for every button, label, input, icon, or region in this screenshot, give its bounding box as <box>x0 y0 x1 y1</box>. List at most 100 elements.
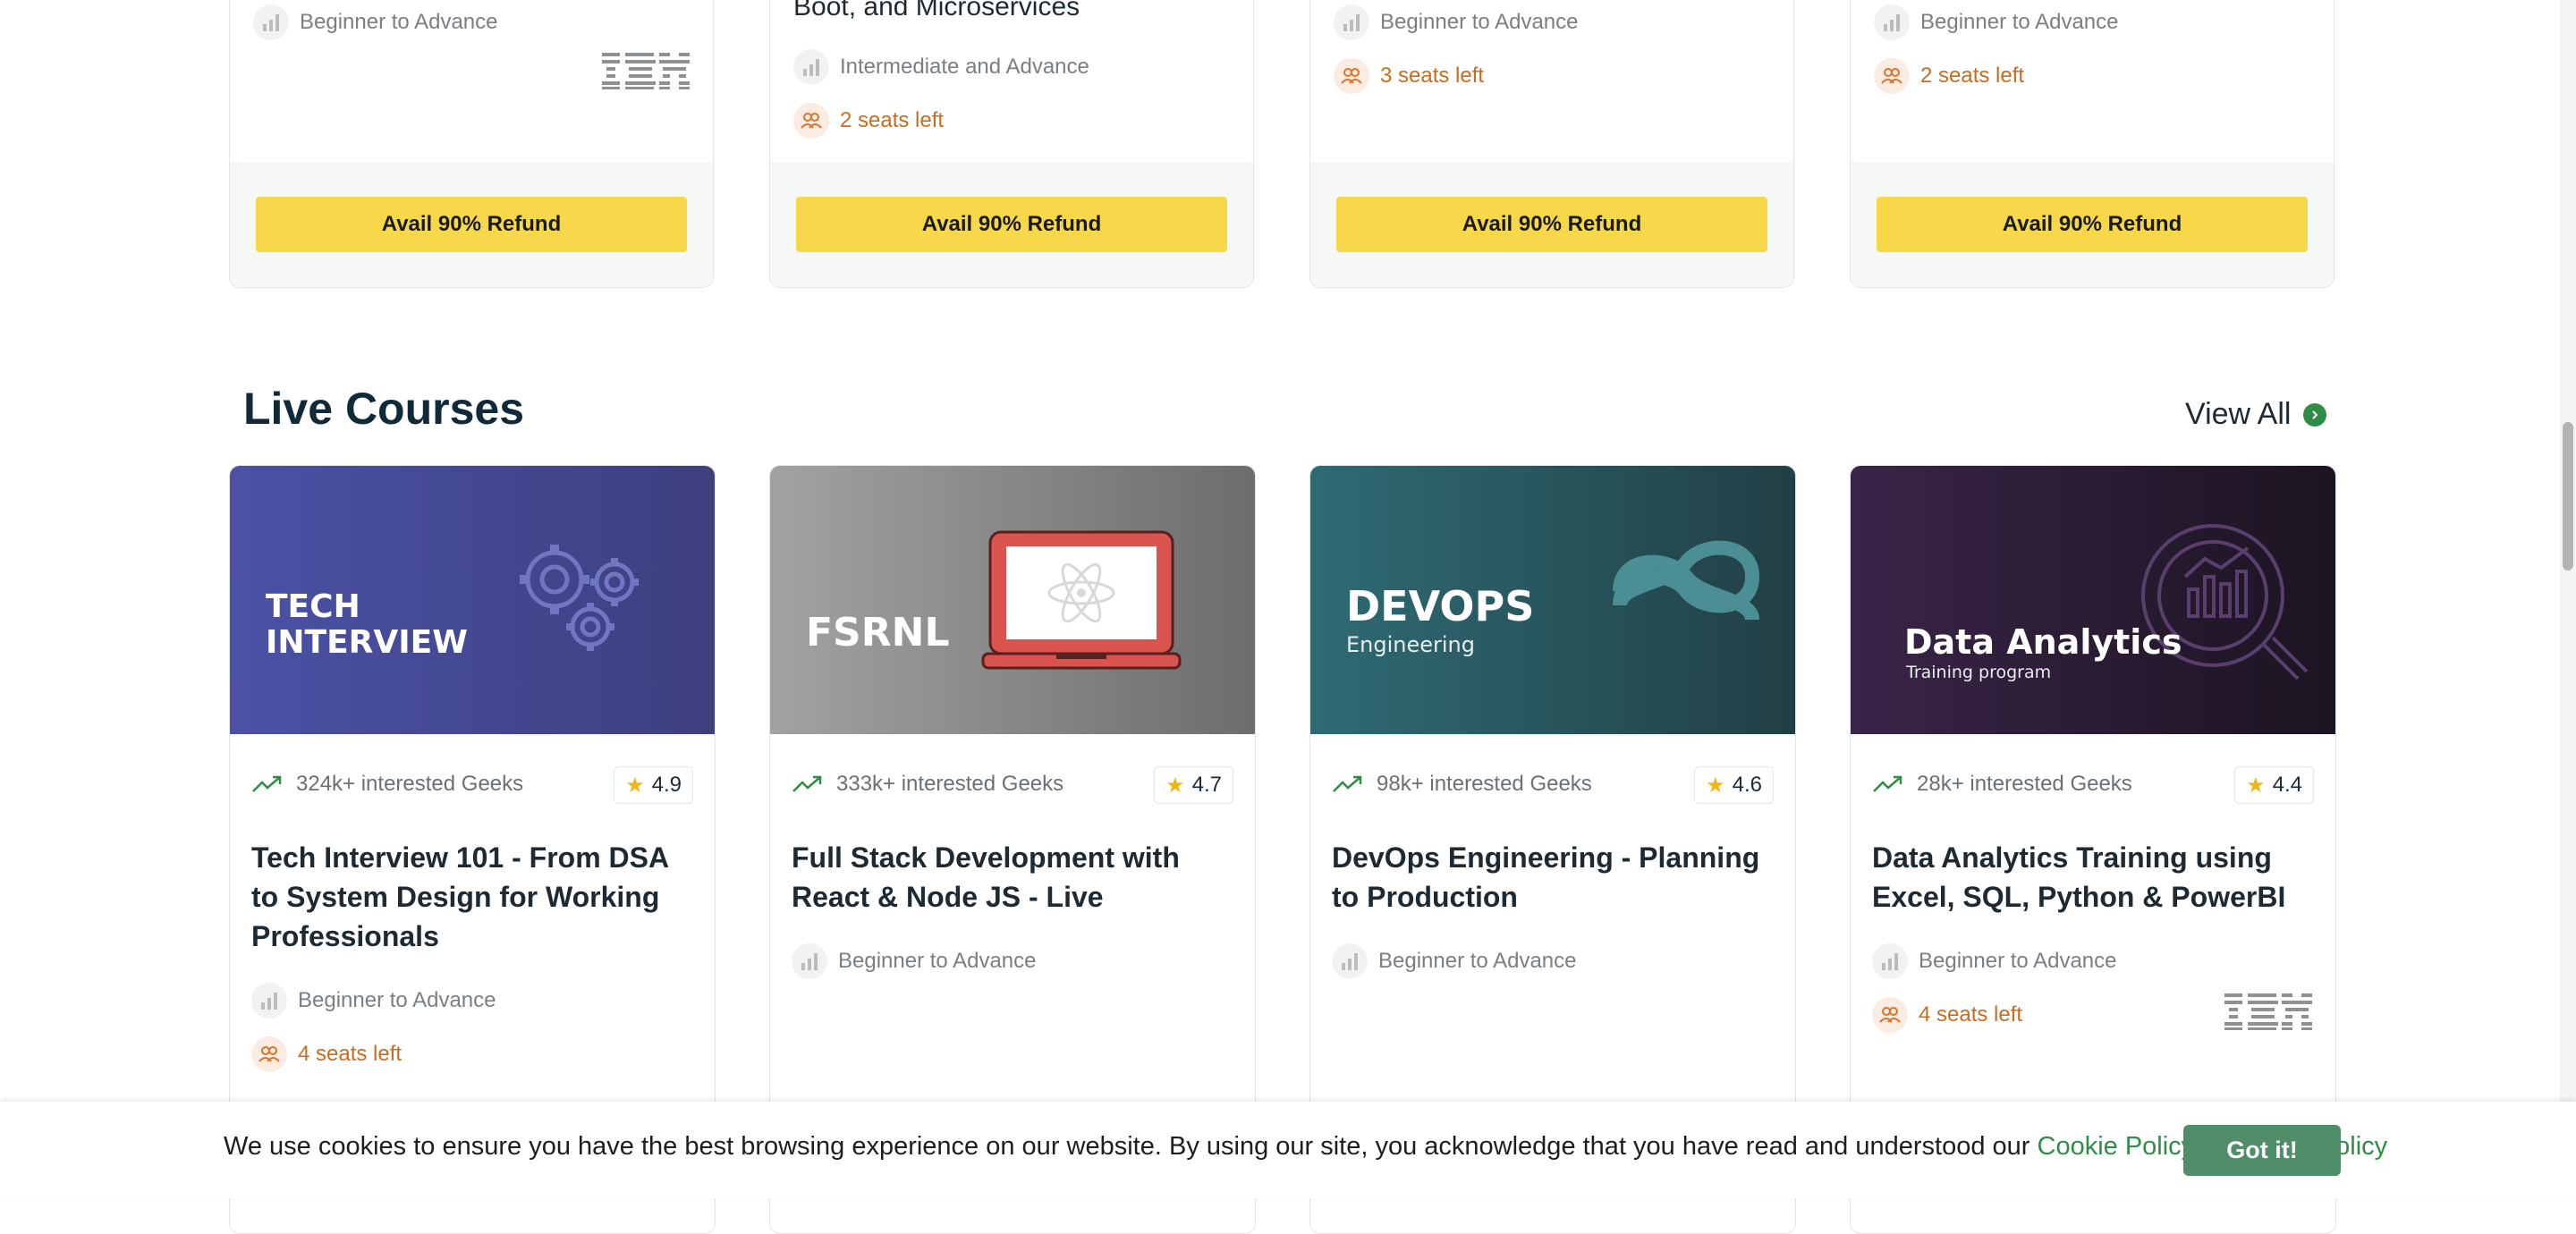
avail-refund-button[interactable]: Avail 90% Refund <box>1336 197 1767 252</box>
card-footer: Avail 90% Refund <box>230 162 713 287</box>
avail-refund-button[interactable]: Avail 90% Refund <box>256 197 687 252</box>
banner-title: DEVOPS <box>1346 582 1535 630</box>
level-text: Beginner to Advance <box>298 988 496 1012</box>
course-banner: DEVOPS Engineering <box>1310 466 1795 734</box>
course-title[interactable]: DevOps Engineering - Planning to Product… <box>1332 838 1774 917</box>
level-row: Intermediate and Advance <box>793 49 1089 85</box>
bar-chart-icon <box>1872 943 1908 979</box>
level-row: Beginner to Advance <box>1874 4 2119 40</box>
trending-up-icon <box>1873 775 1902 792</box>
cookie-policy-link[interactable]: Cookie Policy <box>2038 1132 2195 1161</box>
interested-row: 324k+ interested Geeks <box>251 772 523 797</box>
got-it-button[interactable]: Got it! <box>2183 1125 2341 1176</box>
rating-badge: ★ 4.4 <box>2234 766 2314 804</box>
banner-subtitle: Training program <box>1906 663 2052 682</box>
avail-refund-button[interactable]: Avail 90% Refund <box>796 197 1227 252</box>
trending-up-icon <box>792 775 822 792</box>
rating-value: 4.9 <box>651 773 682 797</box>
level-row: Beginner to Advance <box>792 943 1037 979</box>
course-banner: Data Analytics Training program <box>1851 466 2335 734</box>
level-text: Intermediate and Advance <box>840 55 1089 79</box>
banner-title-line2: INTERVIEW <box>266 624 468 661</box>
rating-value: 4.4 <box>2272 773 2302 797</box>
course-title[interactable]: Data Analytics Training using Excel, SQL… <box>1872 838 2314 917</box>
level-row: Beginner to Advance <box>253 4 498 40</box>
seats-text: 2 seats left <box>840 108 945 132</box>
level-row: Beginner to Advance <box>251 983 496 1018</box>
cookie-text: We use cookies to ensure you have the be… <box>224 1132 2030 1161</box>
level-row: Beginner to Advance <box>1332 943 1577 979</box>
seats-text: 4 seats left <box>1919 1002 2023 1027</box>
interested-count: 324k+ interested Geeks <box>296 772 524 796</box>
interested-row: 333k+ interested Geeks <box>792 772 1063 797</box>
seats-row: 2 seats left <box>793 103 944 139</box>
previous-course-row: Beginner to Advance Avail 90% Refund Boo… <box>0 0 2576 295</box>
banner-title: FSRNL <box>806 610 950 655</box>
rating-badge: ★ 4.9 <box>614 766 693 804</box>
trending-up-icon <box>252 775 282 792</box>
page-scrollbar[interactable] <box>2560 0 2576 1198</box>
seats-row: 4 seats left <box>251 1036 402 1072</box>
bar-chart-icon <box>1334 4 1369 40</box>
cookie-consent-bar: We use cookies to ensure you have the be… <box>0 1102 2576 1198</box>
view-all-link[interactable]: View All <box>2185 397 2327 432</box>
people-icon <box>1334 58 1369 94</box>
course-card[interactable]: Beginner to Advance 2 seats left Avail 9… <box>1850 0 2334 288</box>
course-card[interactable]: Boot, and Microservices Intermediate and… <box>769 0 1254 288</box>
level-text: Beginner to Advance <box>1380 10 1579 34</box>
level-text: Beginner to Advance <box>838 949 1037 973</box>
people-icon <box>793 103 829 139</box>
card-footer: Avail 90% Refund <box>770 162 1253 287</box>
course-banner: TECH INTERVIEW <box>230 466 715 734</box>
interested-row: 28k+ interested Geeks <box>1872 772 2132 797</box>
banner-title: TECH <box>266 588 360 625</box>
level-text: Beginner to Advance <box>1920 10 2119 34</box>
view-all-label: View All <box>2185 397 2292 431</box>
chevron-right-icon <box>2303 402 2327 427</box>
seats-text: 3 seats left <box>1380 63 1485 88</box>
level-row: Beginner to Advance <box>1872 943 2117 979</box>
bar-chart-icon <box>1332 943 1368 979</box>
course-banner: FSRNL <box>770 466 1255 734</box>
avail-refund-button[interactable]: Avail 90% Refund <box>1877 197 2308 252</box>
bar-chart-icon <box>793 49 829 85</box>
course-title[interactable]: Tech Interview 101 - From DSA to System … <box>251 838 693 956</box>
analytics-magnifier-icon <box>2141 524 2309 680</box>
trending-up-icon <box>1333 775 1362 792</box>
star-icon: ★ <box>1165 773 1185 798</box>
course-card[interactable]: Beginner to Advance Avail 90% Refund <box>229 0 714 288</box>
cookie-message: We use cookies to ensure you have the be… <box>224 1132 2387 1162</box>
star-icon: ★ <box>1706 773 1725 798</box>
rating-badge: ★ 4.6 <box>1694 766 1774 804</box>
rating-value: 4.6 <box>1732 773 1762 797</box>
card-footer: Avail 90% Refund <box>1310 162 1793 287</box>
laptop-icon <box>981 530 1182 670</box>
seats-text: 4 seats left <box>298 1042 402 1066</box>
seats-row: 3 seats left <box>1334 58 1484 94</box>
course-title[interactable]: Full Stack Development with React & Node… <box>792 838 1233 917</box>
seats-row: 4 seats left <box>1872 997 2022 1033</box>
course-title[interactable]: Boot, and Microservices <box>793 0 1080 22</box>
level-row: Beginner to Advance <box>1334 4 1579 40</box>
interested-count: 28k+ interested Geeks <box>1917 772 2132 796</box>
level-text: Beginner to Advance <box>1919 949 2117 973</box>
card-footer: Avail 90% Refund <box>1851 162 2334 287</box>
rating-badge: ★ 4.7 <box>1154 766 1233 804</box>
rating-value: 4.7 <box>1191 773 1222 797</box>
people-icon <box>1874 58 1910 94</box>
people-icon <box>251 1036 287 1072</box>
bar-chart-icon <box>253 4 289 40</box>
seats-text: 2 seats left <box>1920 63 2025 88</box>
course-card[interactable]: Beginner to Advance 3 seats left Avail 9… <box>1309 0 1794 288</box>
ibm-logo <box>602 51 691 95</box>
level-text: Beginner to Advance <box>300 10 498 34</box>
banner-title: Data Analytics <box>1904 622 2182 662</box>
interested-count: 333k+ interested Geeks <box>836 772 1064 796</box>
bar-chart-icon <box>1874 4 1910 40</box>
level-text: Beginner to Advance <box>1378 949 1577 973</box>
seats-row: 2 seats left <box>1874 58 2024 94</box>
star-icon: ★ <box>625 773 645 798</box>
scrollbar-thumb[interactable] <box>2563 422 2573 571</box>
bar-chart-icon <box>792 943 827 979</box>
banner-subtitle: Engineering <box>1346 632 1475 657</box>
